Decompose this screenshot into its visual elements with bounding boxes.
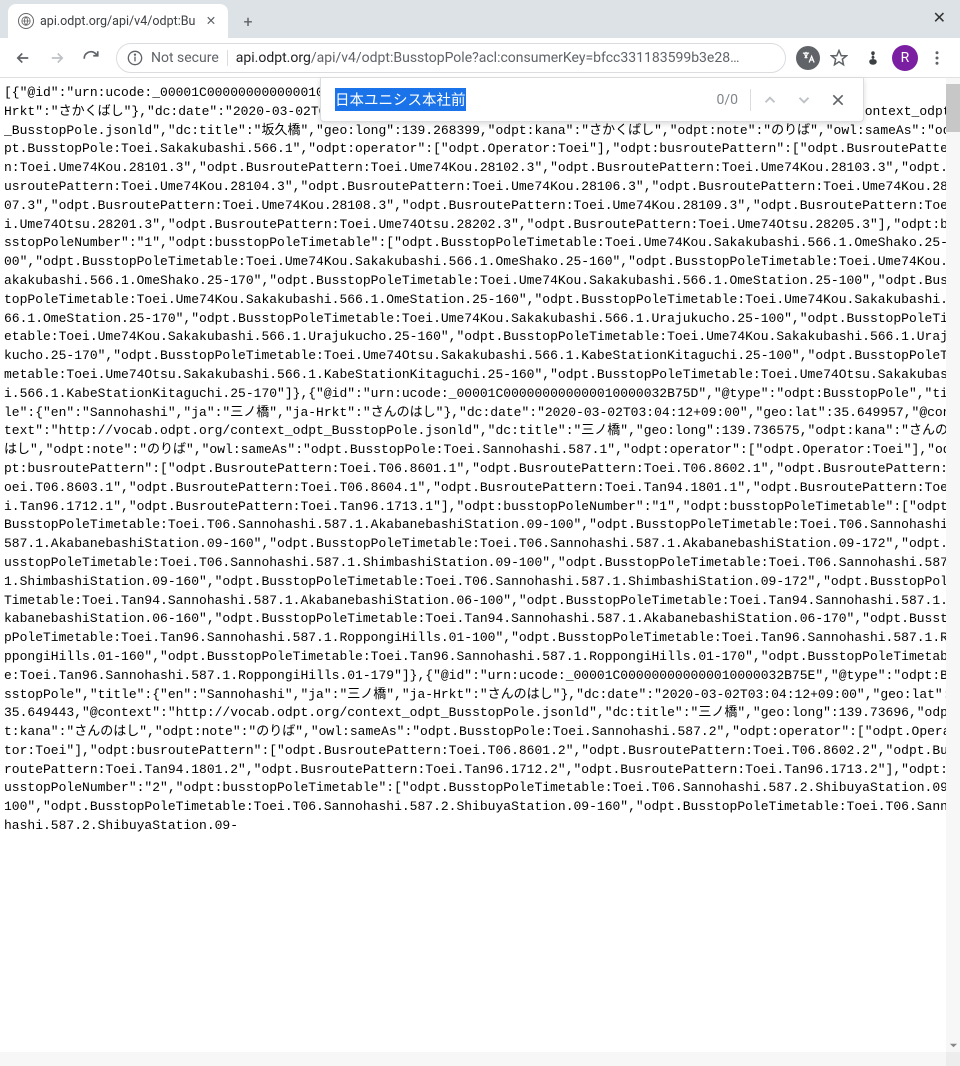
scrollbar-thumb[interactable] [946,84,960,132]
find-prev-button[interactable] [753,83,787,117]
url-host: api.odpt.org [236,50,311,66]
url-path: /api/v4/odpt:BusstopPole?acl:consumerKey… [311,50,740,66]
avatar-letter: R [901,50,910,66]
translate-button[interactable] [796,46,820,70]
find-input[interactable]: 日本ユニシス本社前 [335,78,706,121]
menu-button[interactable] [922,43,952,73]
horizontal-scrollbar[interactable] [0,1052,946,1066]
tab-title: api.odpt.org/api/v4/odpt:Bu [40,14,198,29]
find-count: 0/0 [716,92,738,108]
json-body[interactable]: [{"@id":"urn:ucode:_00001C00000000000001… [0,78,960,1066]
scrollbar-corner [946,1052,960,1066]
url-text: api.odpt.org/api/v4/odpt:BusstopPole?acl… [236,50,740,66]
tab-close-icon[interactable]: ✕ [204,14,218,28]
security-label: Not secure [151,50,219,66]
find-query-text: 日本ユニシス本社前 [335,88,466,111]
info-icon [127,50,143,66]
bookmark-button[interactable] [824,43,854,73]
omnibox-divider [227,50,228,66]
extension-button[interactable] [858,43,888,73]
window-close-button[interactable]: ✕ [933,8,946,27]
reload-button[interactable] [76,43,106,73]
vertical-scrollbar[interactable] [946,78,960,1052]
find-next-button[interactable] [787,83,821,117]
profile-avatar[interactable]: R [892,45,918,71]
browser-tab[interactable]: api.odpt.org/api/v4/odpt:Bu ✕ [8,4,228,38]
address-bar[interactable]: Not secure api.odpt.org/api/v4/odpt:Buss… [116,43,786,73]
scroll-down-icon[interactable] [946,1038,960,1052]
toolbar: Not secure api.odpt.org/api/v4/odpt:Buss… [0,38,960,78]
tab-strip: api.odpt.org/api/v4/odpt:Bu ✕ + ✕ [0,0,960,38]
toolbar-right: R [796,43,952,73]
plus-icon: + [243,12,252,31]
close-icon: ✕ [933,8,946,27]
find-close-button[interactable] [821,83,855,117]
find-bar: 日本ユニシス本社前 0/0 [320,78,864,122]
globe-icon [18,13,34,29]
new-tab-button[interactable]: + [234,7,262,35]
back-button[interactable] [8,43,38,73]
find-divider [750,89,751,111]
forward-button[interactable] [42,43,72,73]
